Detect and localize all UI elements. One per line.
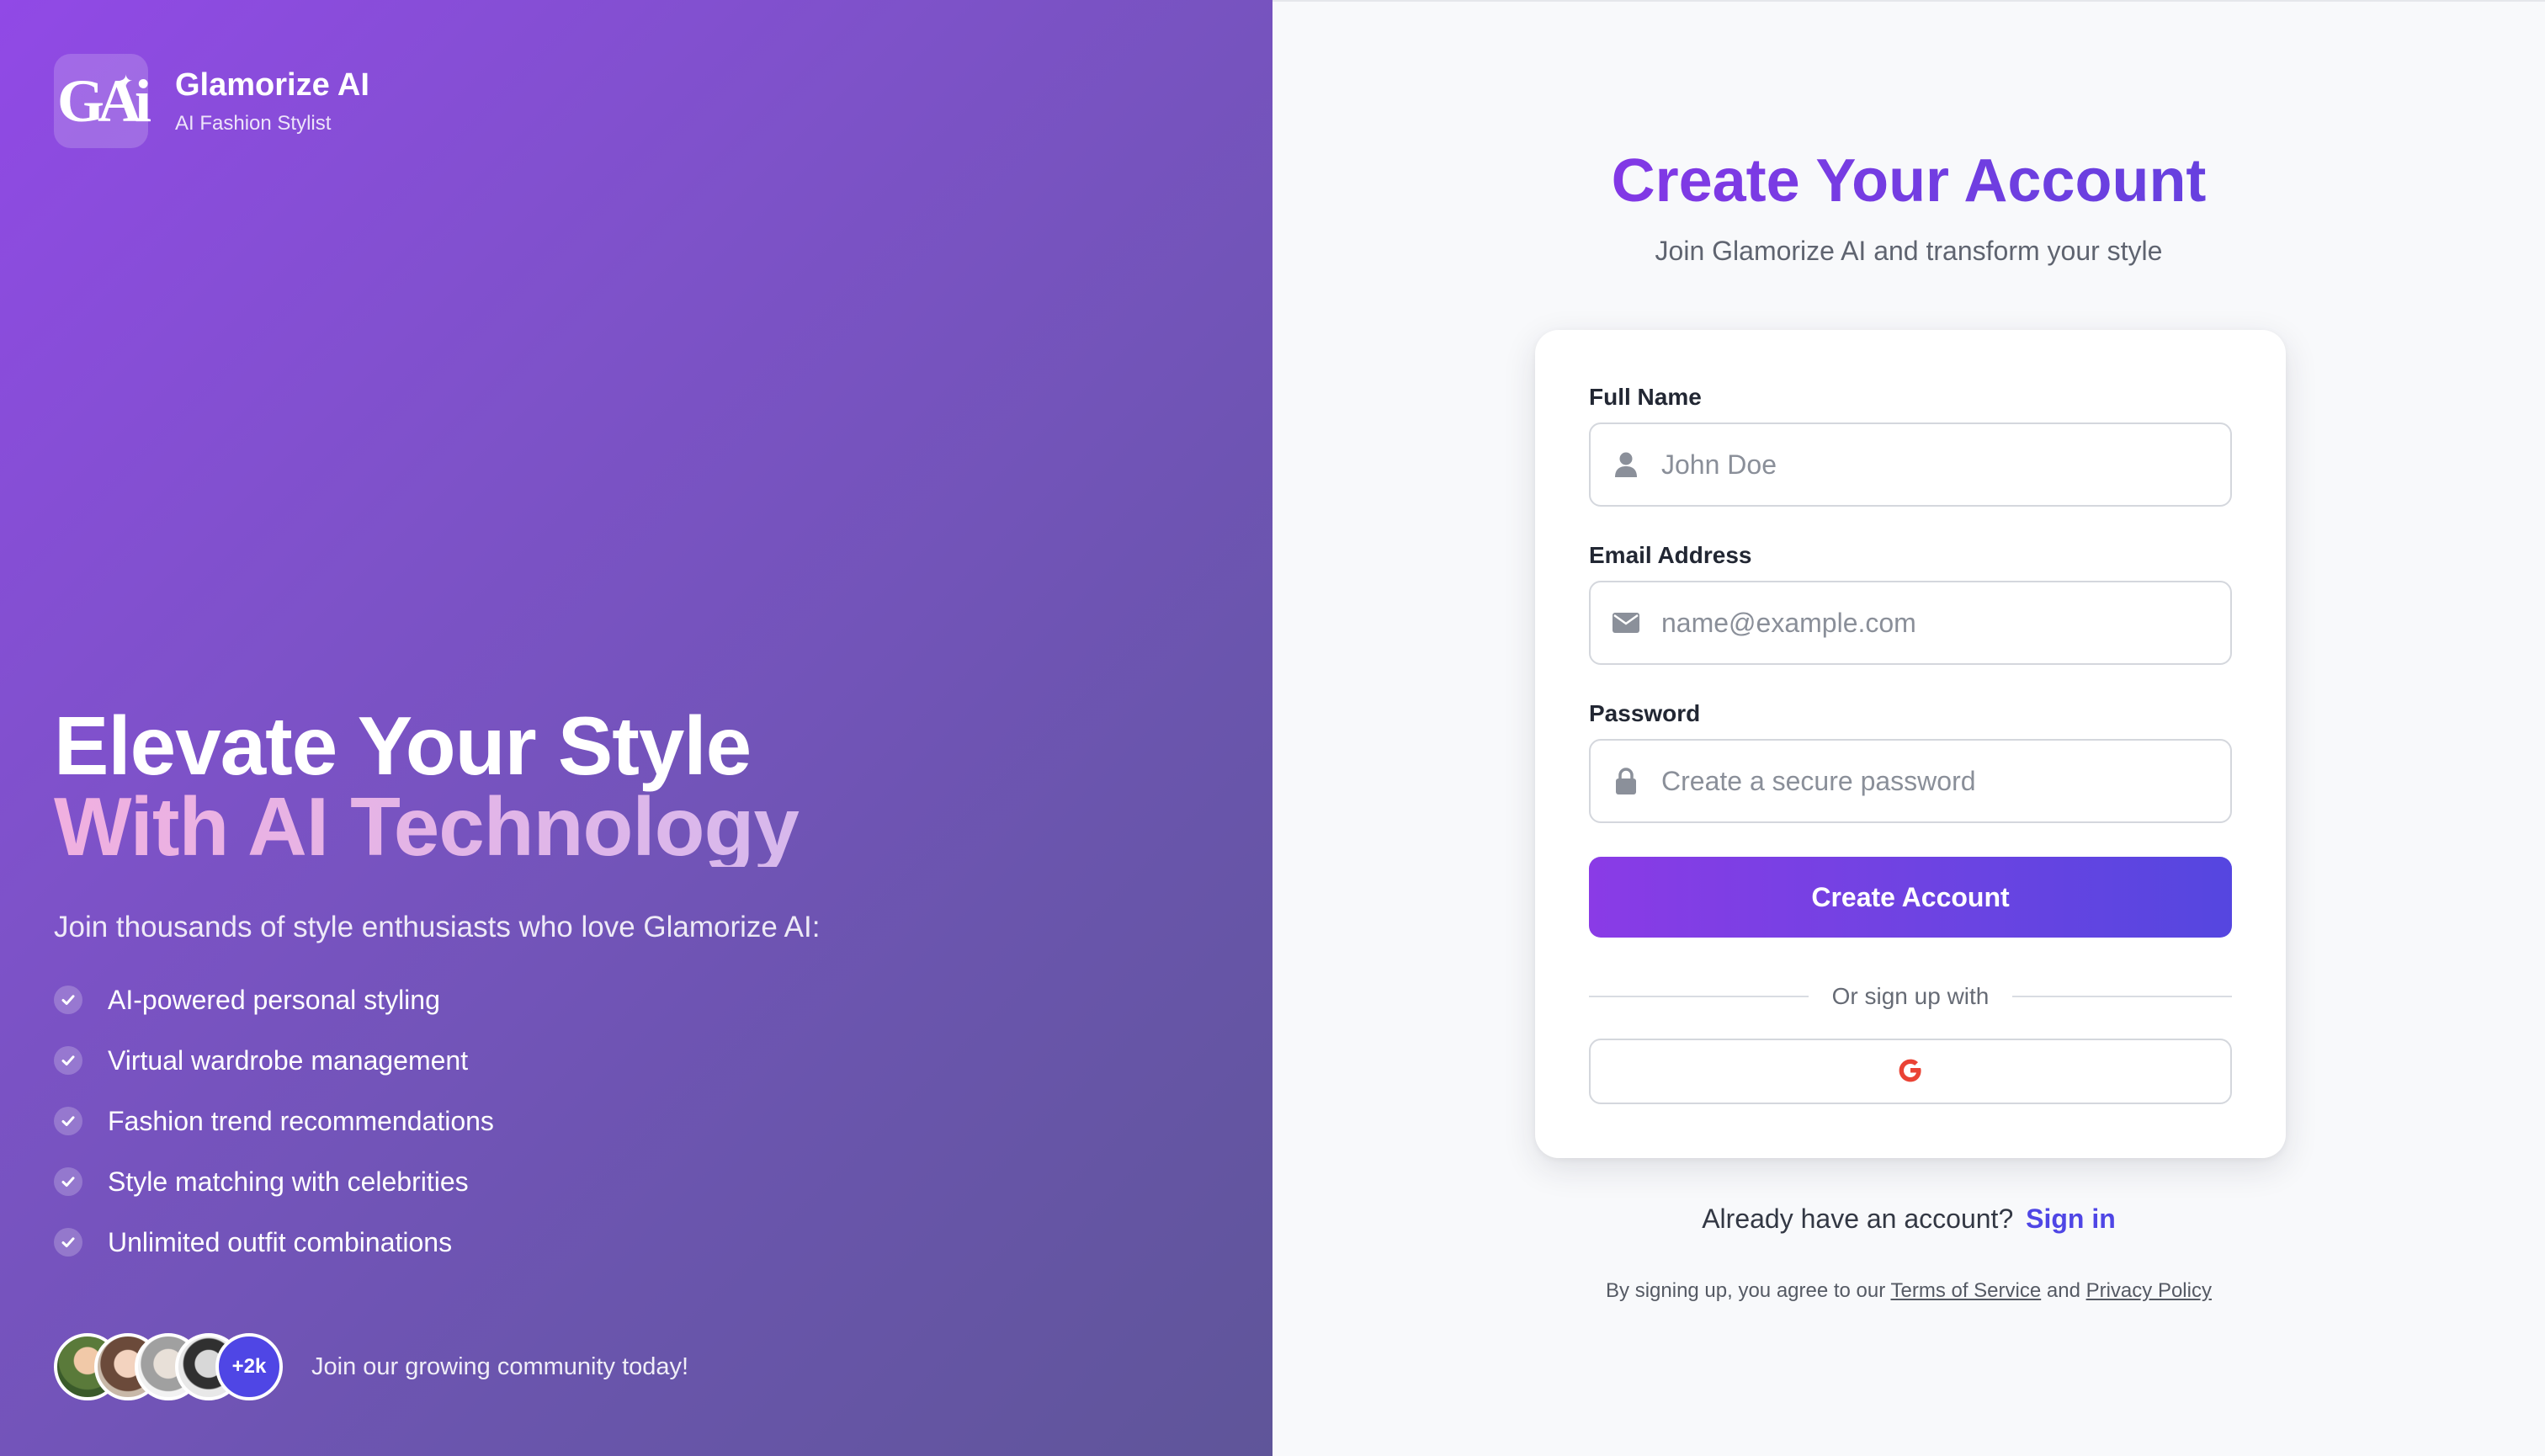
- brand-text: Glamorize AI AI Fashion Stylist: [175, 66, 369, 136]
- feature-label: Fashion trend recommendations: [108, 1105, 494, 1136]
- feature-label: AI-powered personal styling: [108, 984, 440, 1015]
- page-subtitle: Join Glamorize AI and transform your sty…: [1655, 236, 2163, 266]
- signup-page: GAi ✦ Glamorize AI AI Fashion Stylist El…: [0, 0, 2545, 1456]
- hero-panel: GAi ✦ Glamorize AI AI Fashion Stylist El…: [0, 0, 1272, 1456]
- create-account-button[interactable]: Create Account: [1589, 857, 2232, 938]
- full-name-label: Full Name: [1589, 384, 1702, 410]
- feature-item: Style matching with celebrities: [54, 1151, 1215, 1212]
- feature-list: AI-powered personal styling Virtual ward…: [54, 970, 1215, 1273]
- feature-label: Virtual wardrobe management: [108, 1044, 469, 1076]
- feature-item: AI-powered personal styling: [54, 970, 1215, 1030]
- brand[interactable]: GAi ✦ Glamorize AI AI Fashion Stylist: [54, 54, 369, 148]
- email-label: Email Address: [1589, 542, 1752, 568]
- hero-heading-line2: With AI Technology: [54, 785, 1215, 868]
- signin-prompt: Already have an account? Sign in: [1272, 1204, 2545, 1235]
- user-icon: [1591, 451, 1661, 478]
- feature-item: Virtual wardrobe management: [54, 1030, 1215, 1091]
- check-icon: [54, 1046, 82, 1075]
- email-field[interactable]: [1589, 581, 2232, 665]
- community-count-badge: +2k: [215, 1333, 283, 1400]
- signin-prompt-text: Already have an account?: [1702, 1204, 2014, 1234]
- email-input[interactable]: [1661, 585, 2217, 661]
- check-icon: [54, 986, 82, 1014]
- password-field[interactable]: [1589, 739, 2232, 823]
- community-text: Join our growing community today!: [311, 1352, 689, 1380]
- terms-and: and: [2046, 1279, 2080, 1302]
- avatar-stack: +2k: [54, 1333, 283, 1400]
- community: +2k Join our growing community today!: [54, 1333, 688, 1400]
- full-name-input[interactable]: [1661, 427, 2217, 502]
- signup-panel: Create Your Account Join Glamorize AI an…: [1272, 0, 2545, 1456]
- feature-item: Fashion trend recommendations: [54, 1091, 1215, 1151]
- brand-tagline: AI Fashion Stylist: [175, 111, 332, 135]
- full-name-field[interactable]: [1589, 422, 2232, 507]
- feature-label: Style matching with celebrities: [108, 1166, 469, 1197]
- hero-subtitle: Join thousands of style enthusiasts who …: [54, 911, 821, 943]
- brand-logo: GAi ✦: [54, 54, 151, 148]
- feature-item: Unlimited outfit combinations: [54, 1212, 1215, 1273]
- check-icon: [54, 1107, 82, 1135]
- sparkle-icon: ✦: [119, 72, 133, 91]
- privacy-policy-link[interactable]: Privacy Policy: [2086, 1279, 2212, 1302]
- google-icon: [1896, 1056, 1925, 1087]
- terms-notice: By signing up, you agree to our Terms of…: [1272, 1279, 2545, 1303]
- terms-of-service-link[interactable]: Terms of Service: [1890, 1279, 2041, 1302]
- signup-form: Full Name Email Address Password: [1535, 330, 2286, 1158]
- divider-text: Or sign up with: [1831, 983, 1990, 1009]
- password-input[interactable]: [1661, 743, 2217, 819]
- signin-link[interactable]: Sign in: [2026, 1204, 2116, 1234]
- envelope-icon: [1591, 613, 1661, 633]
- page-title: Create Your Account: [1272, 146, 2545, 215]
- password-label: Password: [1589, 700, 1701, 726]
- check-icon: [54, 1167, 82, 1196]
- google-signup-button[interactable]: [1589, 1039, 2232, 1104]
- divider-line: [1589, 996, 1809, 997]
- hero-heading-line1: Elevate Your Style: [54, 699, 752, 792]
- brand-name: Glamorize AI: [175, 67, 369, 104]
- lock-icon: [1591, 768, 1661, 794]
- check-icon: [54, 1228, 82, 1257]
- hero-content: Elevate Your Style With AI Technology Jo…: [54, 699, 1215, 1273]
- terms-prefix: By signing up, you agree to our: [1606, 1279, 1886, 1302]
- social-divider: Or sign up with: [1589, 983, 2232, 1010]
- divider-line: [2012, 996, 2232, 997]
- feature-label: Unlimited outfit combinations: [108, 1226, 453, 1257]
